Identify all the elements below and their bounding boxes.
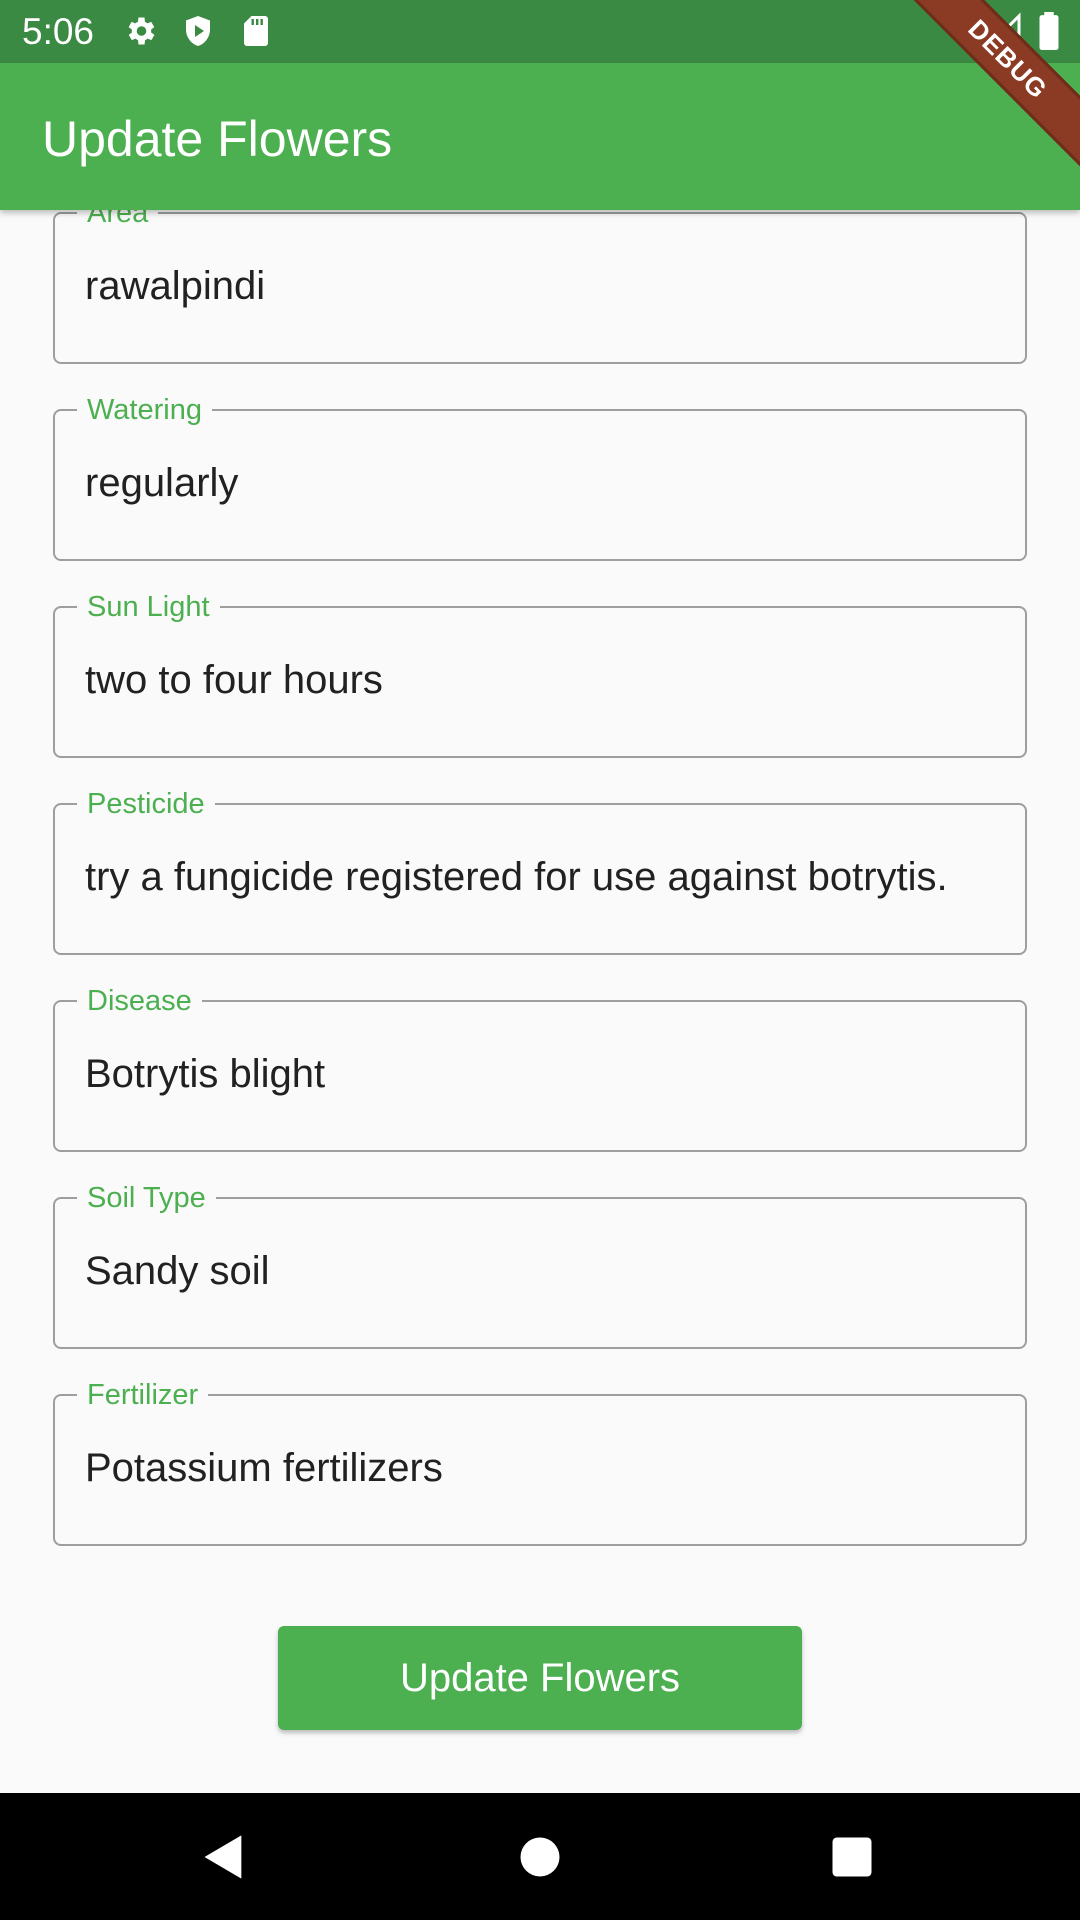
fertilizer-field[interactable]: Fertilizer Potassium fertilizers	[53, 1377, 1027, 1546]
status-bar: 5:06	[0, 0, 1080, 63]
settings-icon	[128, 17, 155, 45]
recents-icon[interactable]	[826, 1831, 878, 1883]
soil-type-input[interactable]: Sandy soil	[85, 1247, 270, 1295]
update-flowers-button[interactable]: Update Flowers	[278, 1626, 802, 1730]
pesticide-label: Pesticide	[77, 786, 215, 822]
disease-field[interactable]: Disease Botrytis blight	[53, 983, 1027, 1152]
disease-label: Disease	[77, 983, 202, 1019]
pesticide-field[interactable]: Pesticide try a fungicide registered for…	[53, 786, 1027, 955]
disease-input[interactable]: Botrytis blight	[85, 1050, 325, 1098]
fertilizer-input[interactable]: Potassium fertilizers	[85, 1444, 443, 1492]
screen: 5:06 Update Flowers DEBUG Area rawalpind…	[0, 0, 1080, 1920]
page-title: Update Flowers	[42, 111, 393, 167]
back-icon[interactable]	[198, 1831, 250, 1883]
sd-card-icon	[244, 16, 268, 46]
area-label: Area	[77, 210, 159, 231]
area-input[interactable]: rawalpindi	[85, 262, 265, 310]
fertilizer-label: Fertilizer	[77, 1377, 209, 1413]
soil-type-field[interactable]: Soil Type Sandy soil	[53, 1180, 1027, 1349]
sun-light-input[interactable]: two to four hours	[85, 656, 383, 704]
watering-label: Watering	[77, 392, 212, 428]
area-field[interactable]: Area rawalpindi	[53, 210, 1027, 364]
battery-icon	[1039, 12, 1059, 50]
watering-field[interactable]: Watering regularly	[53, 392, 1027, 561]
sun-light-label: Sun Light	[77, 589, 220, 625]
soil-type-label: Soil Type	[77, 1180, 216, 1216]
flower-form: Area rawalpindi Watering regularly Sun L…	[0, 210, 1080, 1793]
pesticide-input[interactable]: try a fungicide registered for use again…	[85, 853, 948, 901]
watering-input[interactable]: regularly	[85, 459, 238, 507]
home-icon[interactable]	[514, 1831, 566, 1883]
sun-light-field[interactable]: Sun Light two to four hours	[53, 589, 1027, 758]
navigation-bar	[0, 1793, 1080, 1920]
shield-play-icon	[186, 16, 210, 46]
app-bar: Update Flowers	[0, 63, 1080, 210]
status-time: 5:06	[22, 11, 95, 52]
